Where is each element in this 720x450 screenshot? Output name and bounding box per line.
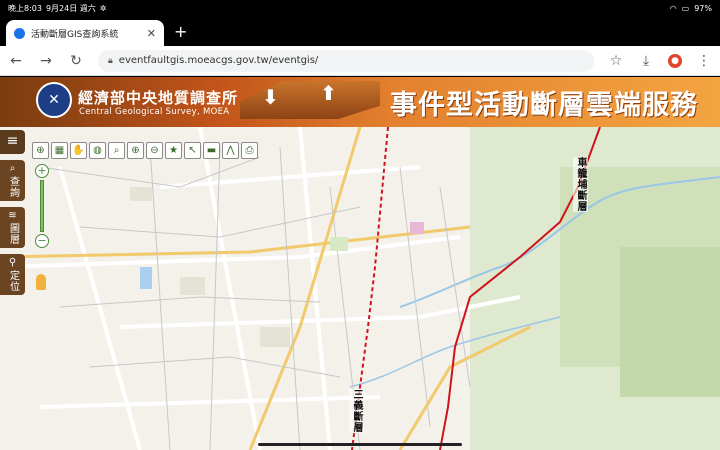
agency-logo-icon: ✕ bbox=[36, 82, 72, 118]
battery-level: 97% bbox=[694, 3, 712, 13]
gear-icon: ✲ bbox=[99, 3, 107, 13]
map-icon[interactable]: ▦ bbox=[51, 142, 68, 159]
map-canvas[interactable]: 三義斷層 車籠埔斷層 bbox=[0, 127, 720, 450]
bookmark-star-icon[interactable]: ☆ bbox=[608, 53, 624, 69]
menu-icon[interactable]: ≡ bbox=[0, 130, 25, 154]
fault-label-sanyi: 三義斷層 bbox=[349, 389, 364, 433]
fault-block-graphic bbox=[240, 81, 380, 119]
gesture-home-bar[interactable] bbox=[258, 443, 462, 446]
address-bar[interactable]: 🔒︎ eventfaultgis.moeacgs.gov.tw/eventgis… bbox=[98, 49, 594, 72]
pointer-icon[interactable]: ↖ bbox=[184, 142, 201, 159]
map-toolbar: ⊕ ▦ ✋ ◍ ⌕ ⊕ ⊖ ★ ↖ ▬ ⋀ ⎙ bbox=[32, 142, 258, 159]
zoom-control: + − bbox=[35, 164, 51, 248]
left-sidebar: ≡ ⌕ 查詢 ≋ 圖層 ⚲ 定位 bbox=[0, 130, 25, 301]
extension-icon[interactable]: ● bbox=[668, 53, 682, 68]
status-bar: 晚上8:03 9月24日 週六 ✲ ◠ ▭ 97% bbox=[0, 0, 720, 16]
site-banner: ✕ 經濟部中央地質調查所 Central Geological Survey, … bbox=[0, 77, 720, 127]
sidebar-item-label: 圖層 bbox=[7, 223, 19, 245]
zoom-box-icon[interactable]: ⌕ bbox=[108, 142, 125, 159]
new-tab-button[interactable]: + bbox=[174, 22, 187, 41]
street-view-pegman-icon[interactable] bbox=[36, 274, 46, 290]
back-arrow-icon[interactable]: ← bbox=[8, 53, 24, 69]
zoom-out-icon[interactable]: ⊖ bbox=[146, 142, 163, 159]
pan-icon[interactable]: ✋ bbox=[70, 142, 87, 159]
browser-tab[interactable]: 活動斷層GIS查詢系統 ✕ bbox=[6, 20, 164, 46]
browser-toolbar: ← → ↻ 🔒︎ eventfaultgis.moeacgs.gov.tw/ev… bbox=[0, 46, 720, 76]
sidebar-item-search[interactable]: ⌕ 查詢 bbox=[0, 160, 25, 201]
battery-icon: ▭ bbox=[681, 3, 690, 13]
web-page: ✕ 經濟部中央地質調查所 Central Geological Survey, … bbox=[0, 77, 720, 450]
fault-label-chelungpu: 車籠埔斷層 bbox=[573, 157, 588, 212]
tab-strip: 活動斷層GIS查詢系統 ✕ + bbox=[0, 16, 720, 46]
site-slogan: 事件型活動斷層雲端服務 bbox=[390, 90, 698, 121]
bookmark-icon[interactable]: ★ bbox=[165, 142, 182, 159]
org-name-en: Central Geological Survey, MOEA bbox=[79, 107, 230, 117]
wifi-icon: ◠ bbox=[669, 3, 677, 13]
location-pin-icon: ⚲ bbox=[8, 257, 17, 268]
more-menu-icon[interactable]: ⋮ bbox=[696, 53, 712, 69]
sidebar-item-label: 查詢 bbox=[7, 176, 19, 198]
url-text: eventfaultgis.moeacgs.gov.tw/eventgis/ bbox=[118, 55, 319, 66]
zoom-plus-icon[interactable]: + bbox=[35, 164, 49, 178]
ruler-icon[interactable]: ▬ bbox=[203, 142, 220, 159]
sidebar-item-label: 定位 bbox=[7, 270, 19, 292]
sidebar-item-locate[interactable]: ⚲ 定位 bbox=[0, 254, 25, 295]
search-icon: ⌕ bbox=[9, 163, 16, 174]
zoom-minus-icon[interactable]: − bbox=[35, 234, 49, 248]
zoom-in-icon[interactable]: ⊕ bbox=[127, 142, 144, 159]
profile-icon[interactable]: ⋀ bbox=[222, 142, 239, 159]
site-favicon-icon bbox=[14, 27, 25, 39]
close-tab-icon[interactable]: ✕ bbox=[147, 27, 156, 40]
compass-icon[interactable]: ⊕ bbox=[32, 142, 49, 159]
up-arrow-icon: ⬆ bbox=[320, 81, 337, 105]
layers-icon: ≋ bbox=[8, 210, 17, 221]
tab-title: 活動斷層GIS查詢系統 bbox=[31, 29, 119, 40]
globe-icon[interactable]: ◍ bbox=[89, 142, 106, 159]
print-icon[interactable]: ⎙ bbox=[241, 142, 258, 159]
reload-icon[interactable]: ↻ bbox=[68, 53, 84, 69]
zoom-slider[interactable] bbox=[40, 180, 44, 232]
status-time: 晚上8:03 bbox=[8, 3, 42, 13]
org-name: 經濟部中央地質調查所 bbox=[78, 89, 239, 107]
down-arrow-icon: ⬇ bbox=[262, 85, 279, 109]
lock-icon: 🔒︎ bbox=[108, 55, 113, 66]
forward-arrow-icon[interactable]: → bbox=[38, 53, 54, 69]
sidebar-item-layers[interactable]: ≋ 圖層 bbox=[0, 207, 25, 248]
download-icon[interactable]: ⤓ bbox=[638, 53, 654, 69]
status-date: 9月24日 週六 bbox=[45, 3, 96, 13]
